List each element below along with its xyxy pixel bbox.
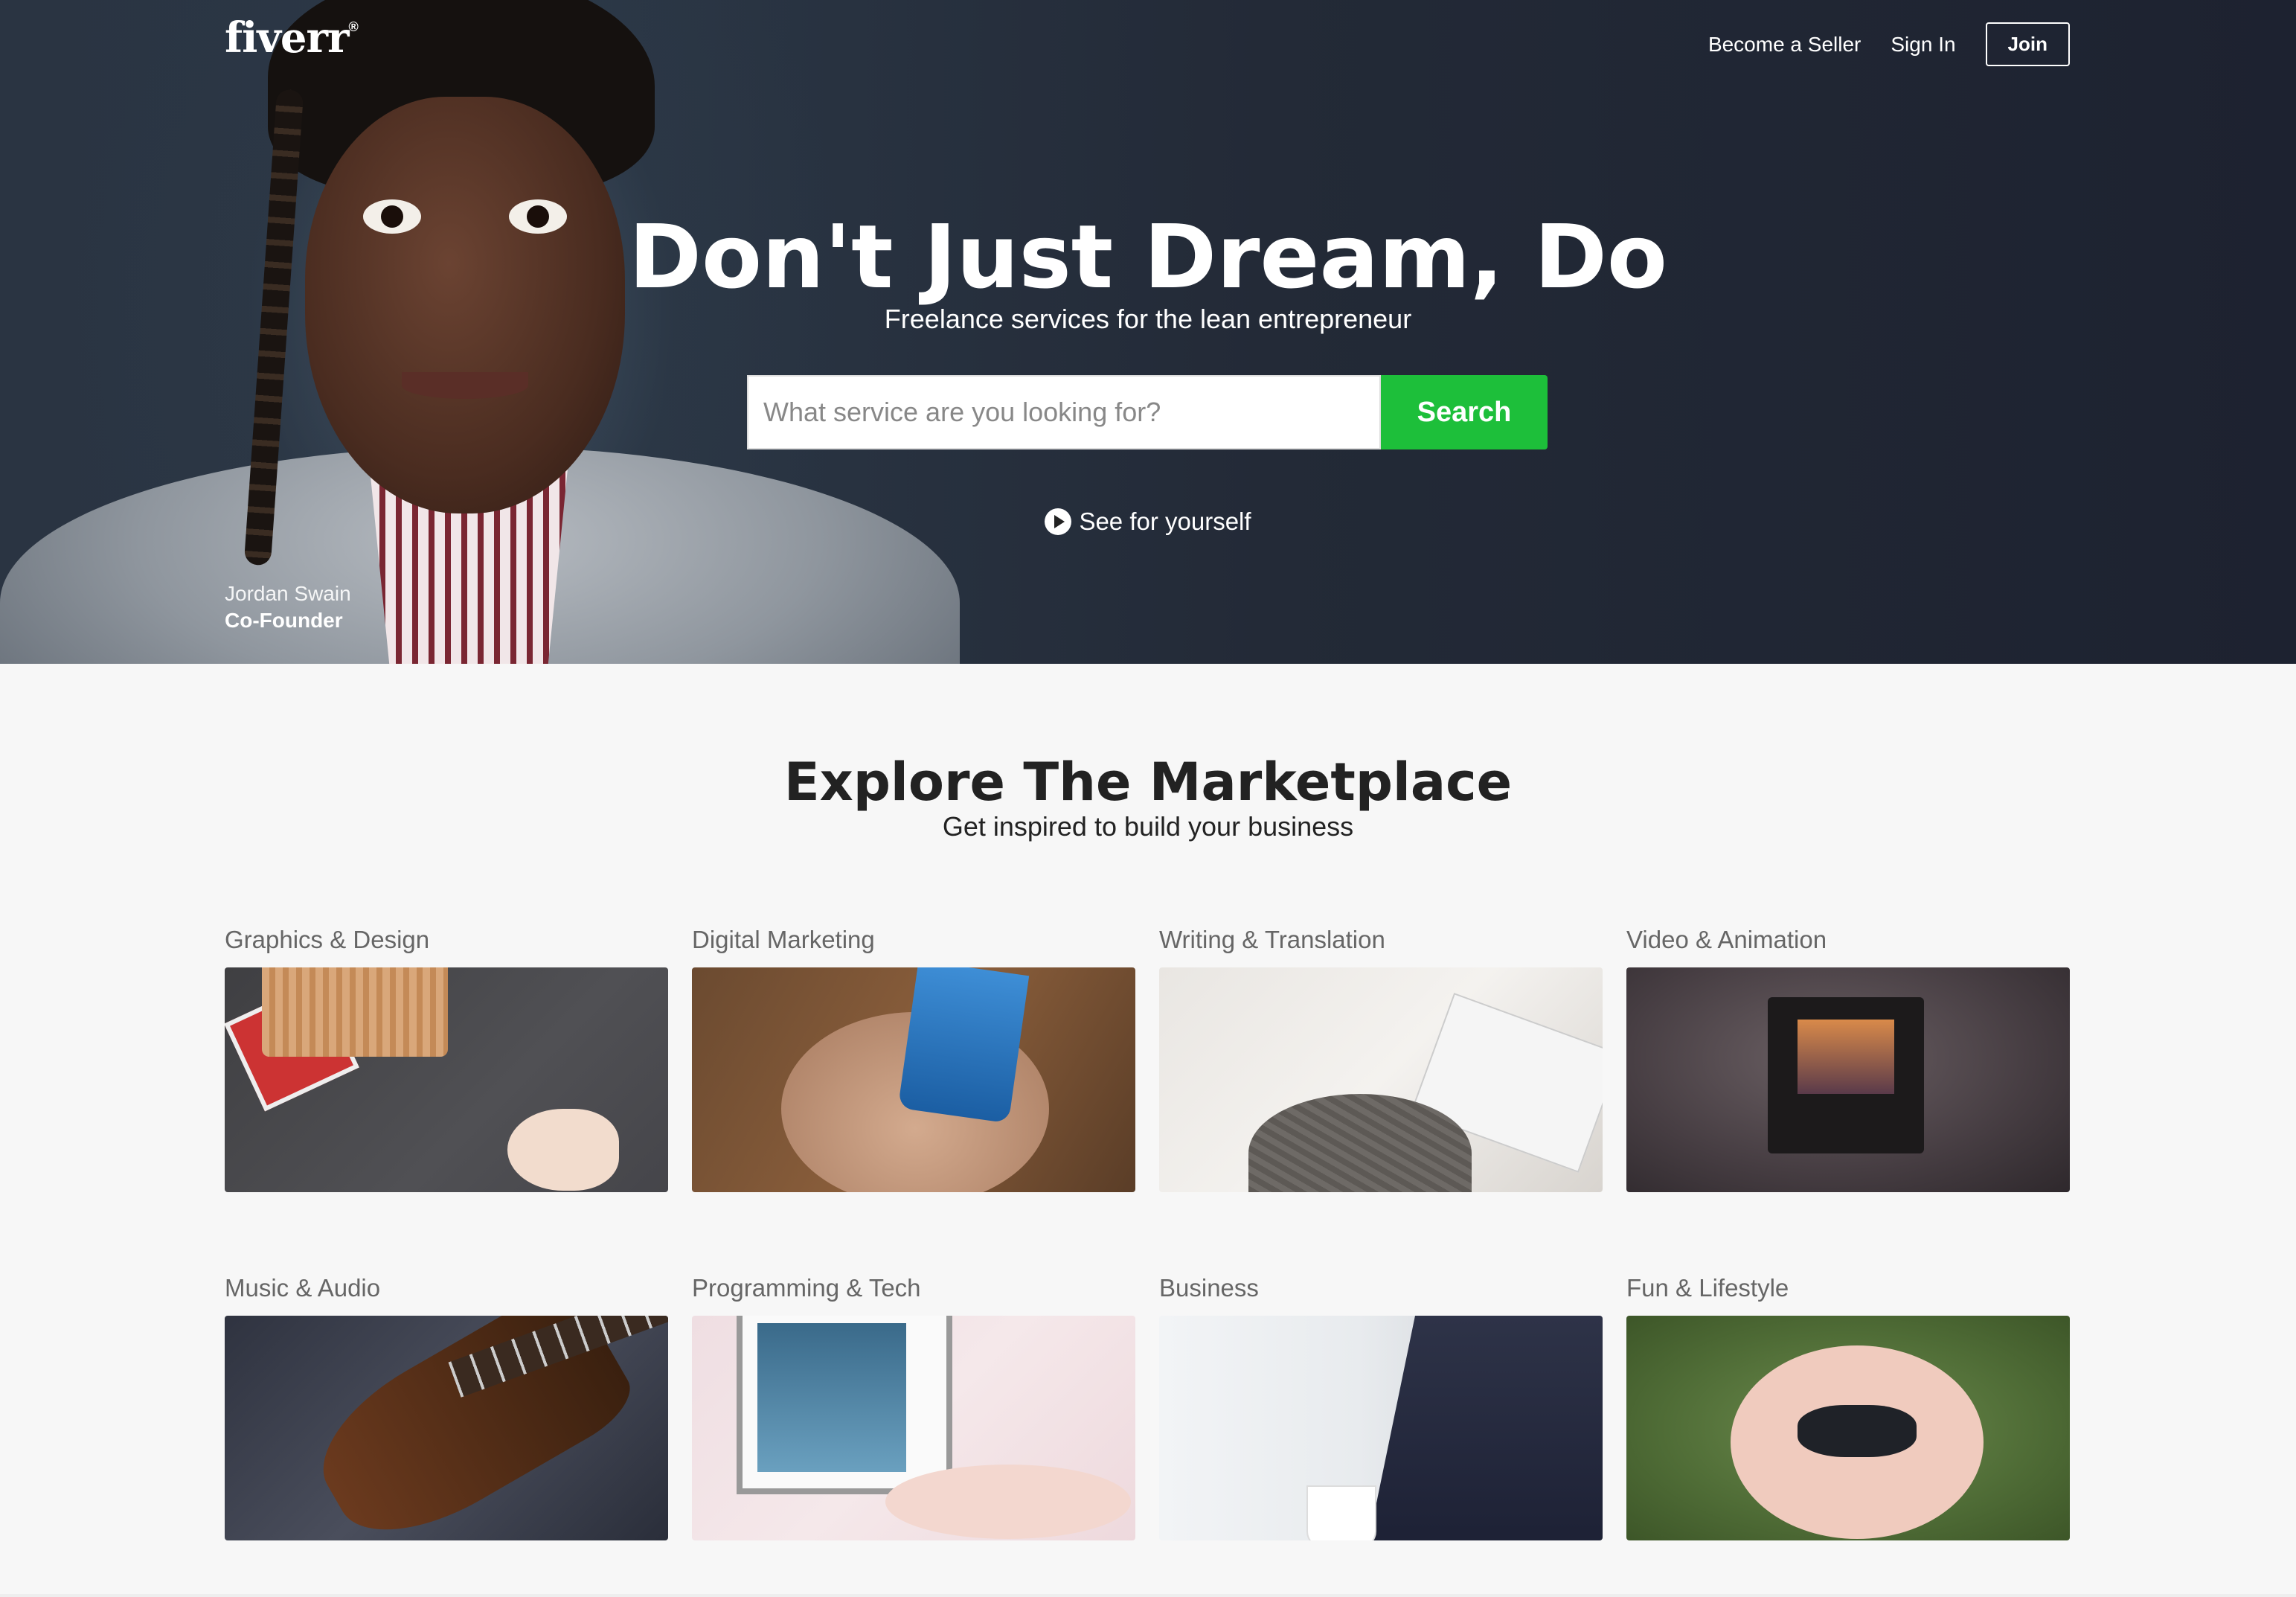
category-card-digital-marketing[interactable]: Digital Marketing bbox=[692, 926, 1135, 1192]
category-image-fun-lifestyle[interactable] bbox=[1626, 1316, 2070, 1540]
search-input[interactable] bbox=[747, 375, 1381, 449]
logo-text: fiverr bbox=[225, 13, 350, 63]
sunglasses-shape bbox=[1798, 1405, 1917, 1457]
top-nav: Become a Seller Sign In Join bbox=[1708, 22, 2070, 66]
category-image-writing-translation[interactable] bbox=[1159, 967, 1603, 1192]
become-seller-link[interactable]: Become a Seller bbox=[1708, 33, 1861, 57]
category-image-graphics-design[interactable] bbox=[225, 967, 668, 1192]
category-label[interactable]: Writing & Translation bbox=[1159, 926, 1603, 967]
category-label[interactable]: Graphics & Design bbox=[225, 926, 668, 967]
category-image-music-audio[interactable] bbox=[225, 1316, 668, 1540]
hero-subtitle: Freelance services for the lean entrepre… bbox=[884, 304, 1412, 334]
footer-divider bbox=[0, 1594, 2296, 1597]
category-card-fun-lifestyle[interactable]: Fun & Lifestyle bbox=[1626, 1274, 2070, 1540]
hero-title: Don't Just Dream, Do bbox=[629, 205, 1667, 308]
category-card-video-animation[interactable]: Video & Animation bbox=[1626, 926, 2070, 1192]
category-label[interactable]: Digital Marketing bbox=[692, 926, 1135, 967]
category-image-digital-marketing[interactable] bbox=[692, 967, 1135, 1192]
category-label[interactable]: Video & Animation bbox=[1626, 926, 2070, 967]
hero-caption: Jordan Swain Co-Founder bbox=[225, 582, 351, 633]
category-image-business[interactable] bbox=[1159, 1316, 1603, 1540]
phone-shape bbox=[897, 967, 1030, 1124]
category-label[interactable]: Programming & Tech bbox=[692, 1274, 1135, 1316]
category-card-programming-tech[interactable]: Programming & Tech bbox=[692, 1274, 1135, 1540]
see-for-yourself-label: See for yourself bbox=[1079, 508, 1251, 535]
category-label[interactable]: Music & Audio bbox=[225, 1274, 668, 1316]
marketplace-title: Explore The Marketplace bbox=[783, 752, 1513, 813]
category-label[interactable]: Fun & Lifestyle bbox=[1626, 1274, 2070, 1316]
category-card-business[interactable]: Business bbox=[1159, 1274, 1603, 1540]
laptop-shape bbox=[737, 1316, 952, 1494]
search-button[interactable]: Search bbox=[1381, 375, 1548, 449]
hand-shape bbox=[507, 1109, 619, 1191]
category-card-graphics-design[interactable]: Graphics & Design bbox=[225, 926, 668, 1192]
fiverr-logo[interactable]: fiverr® bbox=[225, 13, 359, 63]
camera-shape bbox=[1768, 997, 1924, 1153]
category-card-music-audio[interactable]: Music & Audio bbox=[225, 1274, 668, 1540]
play-icon bbox=[1045, 508, 1072, 535]
search-bar: Search bbox=[747, 375, 1548, 449]
suit-shape bbox=[1367, 1316, 1603, 1540]
hero-section: fiverr® Become a Seller Sign In Join Don… bbox=[0, 0, 2296, 664]
category-card-writing-translation[interactable]: Writing & Translation bbox=[1159, 926, 1603, 1192]
category-grid: Graphics & Design Digital Marketing Writ… bbox=[225, 926, 2070, 1540]
sign-in-link[interactable]: Sign In bbox=[1891, 33, 1955, 57]
pencils-shape bbox=[262, 967, 448, 1057]
category-label[interactable]: Business bbox=[1159, 1274, 1603, 1316]
cup-shape bbox=[1308, 1487, 1375, 1540]
hero-person-mouth bbox=[402, 372, 528, 399]
caption-role: Co-Founder bbox=[225, 609, 343, 632]
caption-name: Jordan Swain bbox=[225, 582, 351, 605]
category-image-programming-tech[interactable] bbox=[692, 1316, 1135, 1540]
see-for-yourself-link[interactable]: See for yourself bbox=[0, 508, 2296, 536]
category-image-video-animation[interactable] bbox=[1626, 967, 2070, 1192]
marketplace-subtitle: Get inspired to build your business bbox=[942, 811, 1354, 842]
join-button[interactable]: Join bbox=[1985, 22, 2070, 66]
hands-shape bbox=[885, 1465, 1131, 1539]
registered-mark: ® bbox=[348, 19, 359, 34]
